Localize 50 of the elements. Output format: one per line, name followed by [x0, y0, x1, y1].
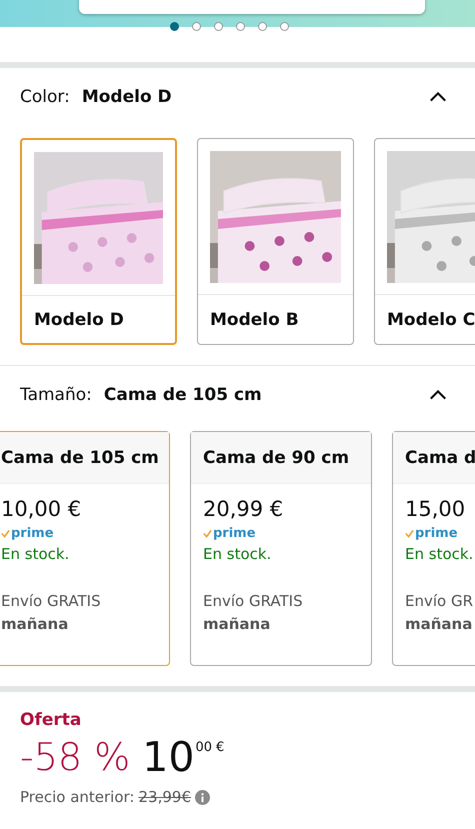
option-name: Modelo D [33, 308, 125, 332]
currency-symbol: € [216, 740, 224, 755]
stock-status: En stock. [203, 545, 272, 563]
previous-price-label: Precio anterior: [20, 788, 134, 806]
stock-status: En stock. [1, 545, 70, 563]
info-icon[interactable] [195, 790, 210, 804]
option-name: Cama de 105 cm [1, 448, 159, 468]
color-option[interactable]: Modelo C [374, 138, 475, 345]
delivery-date: mañana [1, 615, 68, 633]
delivery-date: mañana [203, 615, 270, 633]
size-value: Cama de 105 cm [104, 385, 262, 405]
carousel-dot[interactable] [280, 22, 289, 31]
size-option[interactable]: Cama de 105 cm 10,00 € prime En stock. Envío GRATIS mañana [0, 431, 170, 666]
option-name: Modelo C [386, 308, 475, 332]
option-name: Cama de 90 cm [203, 448, 350, 468]
option-price: 15,00 [405, 496, 466, 522]
prime-label: prime [415, 526, 458, 541]
carousel-dot[interactable] [258, 22, 267, 31]
color-label: Color: [20, 87, 70, 107]
shipping-text: Envío GRATIS [1, 592, 101, 610]
carousel-dot[interactable] [170, 22, 179, 31]
shipping-text: Envío GR [405, 592, 474, 610]
size-option[interactable]: Cama de 90 cm 20,99 € prime En stock. Envío GRATIS mañana [190, 431, 372, 666]
size-option[interactable]: Cama d 15,00 prime En stock. Envío GR mañana [392, 431, 475, 666]
stock-status: En stock. [405, 545, 474, 563]
prime-label: prime [213, 526, 256, 541]
check-icon [203, 529, 212, 538]
option-name: Cama d [405, 448, 475, 468]
previous-price: 23,99€ [138, 788, 191, 806]
color-option[interactable]: Modelo D [20, 138, 177, 345]
discount-percent: -58 % [20, 734, 130, 780]
carousel-dot[interactable] [214, 22, 223, 31]
carousel-dot[interactable] [192, 22, 201, 31]
prime-label: prime [11, 526, 54, 541]
delivery-date: mañana [405, 615, 472, 633]
price-whole: 10 [142, 734, 194, 780]
color-value: Modelo D [82, 87, 172, 107]
deal-label: Oferta [20, 710, 82, 730]
carousel-dot[interactable] [236, 22, 245, 31]
color-option[interactable]: Modelo B [197, 138, 354, 345]
size-label: Tamaño: [20, 385, 92, 405]
option-price: 20,99 € [203, 496, 284, 522]
check-icon [1, 529, 10, 538]
shipping-text: Envío GRATIS [203, 592, 303, 610]
price-fraction: 00 [195, 740, 212, 755]
option-name: Modelo B [209, 308, 300, 332]
check-icon [405, 529, 414, 538]
chevron-up-icon[interactable] [429, 389, 447, 401]
option-price: 10,00 € [1, 496, 82, 522]
chevron-up-icon[interactable] [429, 91, 447, 103]
